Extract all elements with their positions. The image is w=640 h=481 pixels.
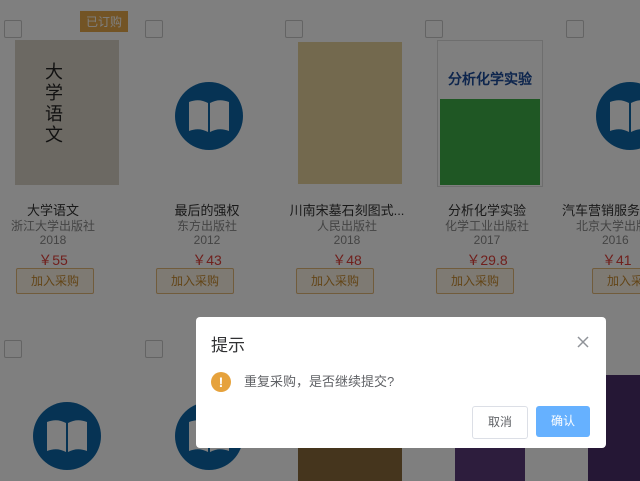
confirm-dialog: 提示 ! 重复采购，是否继续提交? 取消 确认 xyxy=(196,317,606,448)
confirm-button[interactable]: 确认 xyxy=(536,406,590,437)
dialog-title: 提示 xyxy=(211,336,245,355)
warning-icon: ! xyxy=(211,372,231,392)
cancel-button[interactable]: 取消 xyxy=(472,406,528,439)
close-icon[interactable] xyxy=(576,335,590,349)
dialog-message: 重复采购，是否继续提交? xyxy=(244,374,395,389)
